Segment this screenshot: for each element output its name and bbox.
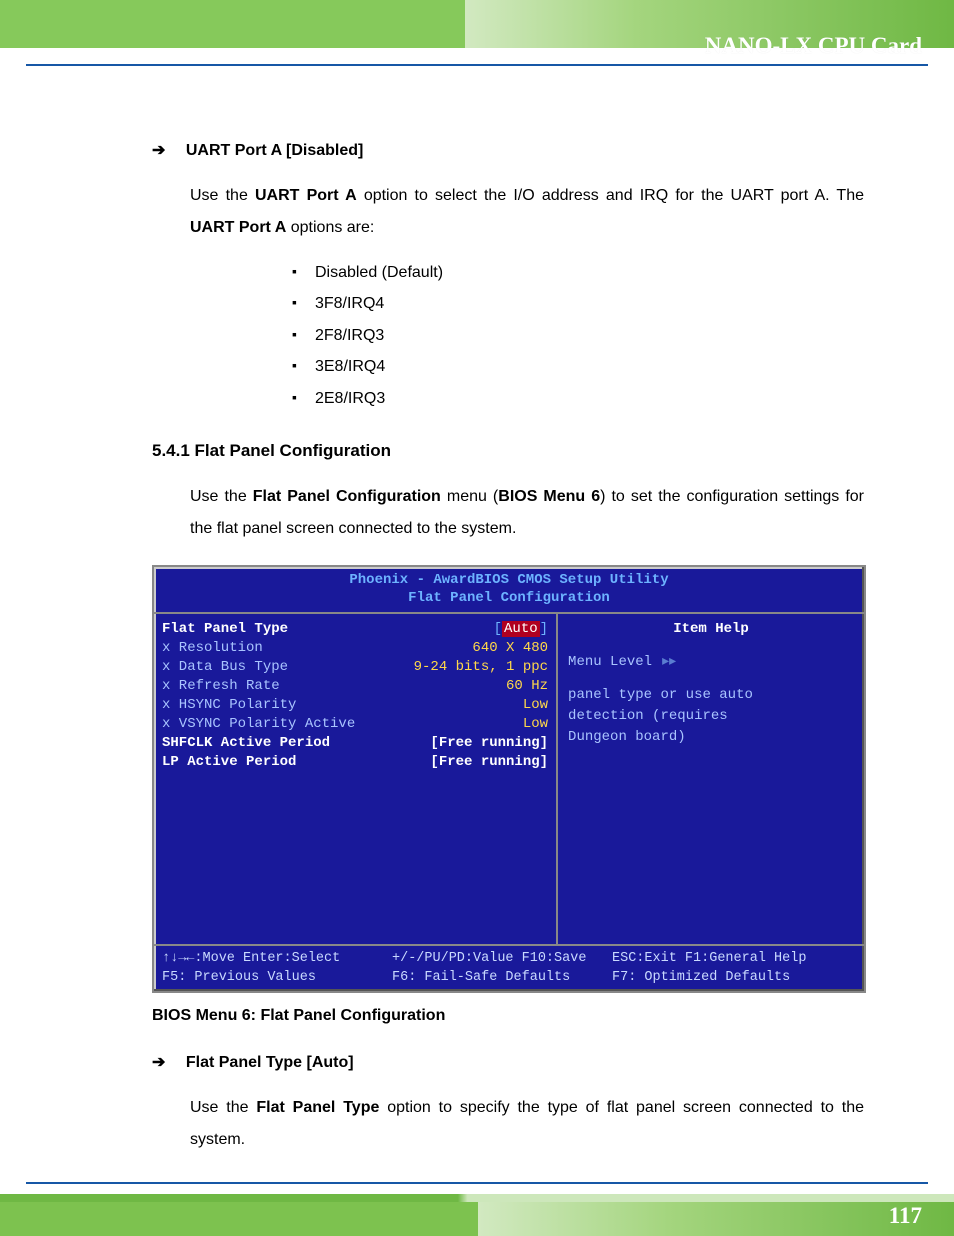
bios-menu-level: Menu Level ▸▸ <box>568 653 854 672</box>
list-item: 2F8/IRQ3 <box>292 325 864 347</box>
text: option to select the I/O address and IRQ… <box>357 187 864 204</box>
section-heading-541: 5.4.1 Flat Panel Configuration <box>152 440 864 463</box>
figure-caption: BIOS Menu 6: Flat Panel Configuration <box>152 1005 864 1027</box>
bios-value: Low <box>511 715 548 734</box>
list-item: 2E8/IRQ3 <box>292 388 864 410</box>
bios-footer-cell: ESC:Exit F1:General Help <box>612 950 832 968</box>
text: options are: <box>286 219 374 236</box>
text: menu ( <box>441 488 498 505</box>
arrow-icon: ➔ <box>152 1054 165 1071</box>
bios-footer: ↑↓→←:Move Enter:Select+/-/PU/PD:Value F1… <box>154 946 864 990</box>
text: Use the <box>190 488 253 505</box>
text: Use the <box>190 1099 256 1116</box>
text: Use the <box>190 187 255 204</box>
text-bold: UART Port A <box>190 219 286 236</box>
bios-label: x HSYNC Polarity <box>162 696 296 715</box>
bios-label: x Data Bus Type <box>162 658 288 677</box>
bios-value: [Free running] <box>418 734 548 753</box>
bios-help-line: panel type or use auto <box>568 686 854 705</box>
bios-value: [Auto] <box>482 620 548 639</box>
chevron-right-icon: ▸▸ <box>662 654 676 670</box>
bios-menu-level-label: Menu Level <box>568 654 652 670</box>
bios-label: Flat Panel Type <box>162 620 288 639</box>
bios-value: 60 Hz <box>494 677 548 696</box>
bios-title-line1: Phoenix - AwardBIOS CMOS Setup Utility <box>349 572 668 588</box>
bios-value-text: Free running <box>439 735 540 751</box>
bios-label: x VSYNC Polarity Active <box>162 715 355 734</box>
bios-help-panel: Item Help Menu Level ▸▸ panel type or use… <box>558 614 864 944</box>
fpt-paragraph: Use the Flat Panel Type option to specif… <box>190 1092 864 1156</box>
uart-heading: ➔ UART Port A [Disabled] <box>152 140 864 162</box>
text-bold: Flat Panel Type <box>256 1099 379 1116</box>
flat-config-paragraph: Use the Flat Panel Configuration menu (B… <box>190 481 864 545</box>
bios-label: x Resolution <box>162 639 263 658</box>
bios-value: Low <box>511 696 548 715</box>
fpt-heading: ➔ Flat Panel Type [Auto] <box>152 1052 864 1074</box>
text-bold: Flat Panel Configuration <box>253 488 441 505</box>
bios-help-line: Dungeon board) <box>568 728 854 747</box>
page-number: 117 <box>889 1203 922 1229</box>
bios-title-line2: Flat Panel Configuration <box>408 590 610 606</box>
bios-footer-cell: F6: Fail-Safe Defaults <box>392 969 612 987</box>
fpt-heading-text: Flat Panel Type [Auto] <box>186 1054 354 1071</box>
uart-paragraph: Use the UART Port A option to select the… <box>190 180 864 244</box>
bios-value: 9-24 bits, 1 ppc <box>402 658 548 677</box>
bios-footer-cell: F7: Optimized Defaults <box>612 969 832 987</box>
footer-band-lower <box>0 1202 954 1236</box>
bios-left-panel: Flat Panel Type [Auto] x Resolution 640 X … <box>154 614 558 944</box>
bios-label: SHFCLK Active Period <box>162 734 330 753</box>
bios-label: LP Active Period <box>162 753 296 772</box>
page-content: ➔ UART Port A [Disabled] Use the UART Po… <box>152 140 864 1156</box>
arrow-icon: ➔ <box>152 142 165 159</box>
bios-title: Phoenix - AwardBIOS CMOS Setup Utility F… <box>154 567 864 613</box>
bios-screenshot: Phoenix - AwardBIOS CMOS Setup Utility F… <box>152 565 866 993</box>
footer-band-upper <box>0 1194 954 1202</box>
list-item: Disabled (Default) <box>292 262 864 284</box>
bios-footer-cell: +/-/PU/PD:Value F10:Save <box>392 950 612 968</box>
list-item: 3F8/IRQ4 <box>292 293 864 315</box>
bottom-divider <box>26 1182 928 1184</box>
bios-label: x Refresh Rate <box>162 677 280 696</box>
header-title: NANO-LX CPU Card <box>705 33 922 59</box>
bios-help-title: Item Help <box>568 620 854 639</box>
bios-help-line: detection (requires <box>568 707 854 726</box>
text-bold: BIOS Menu 6 <box>498 488 600 505</box>
uart-options-list: Disabled (Default) 3F8/IRQ4 2F8/IRQ3 3E8… <box>292 262 864 410</box>
bios-footer-cell: F5: Previous Values <box>162 969 392 987</box>
bios-selected-value: Auto <box>502 621 540 637</box>
top-divider <box>26 64 928 66</box>
bios-value: 640 X 480 <box>460 639 548 658</box>
bios-footer-cell: ↑↓→←:Move Enter:Select <box>162 950 392 968</box>
bios-value: [Free running] <box>418 753 548 772</box>
uart-heading-text: UART Port A [Disabled] <box>186 142 363 159</box>
bios-value-text: Free running <box>439 754 540 770</box>
list-item: 3E8/IRQ4 <box>292 356 864 378</box>
text-bold: UART Port A <box>255 187 357 204</box>
